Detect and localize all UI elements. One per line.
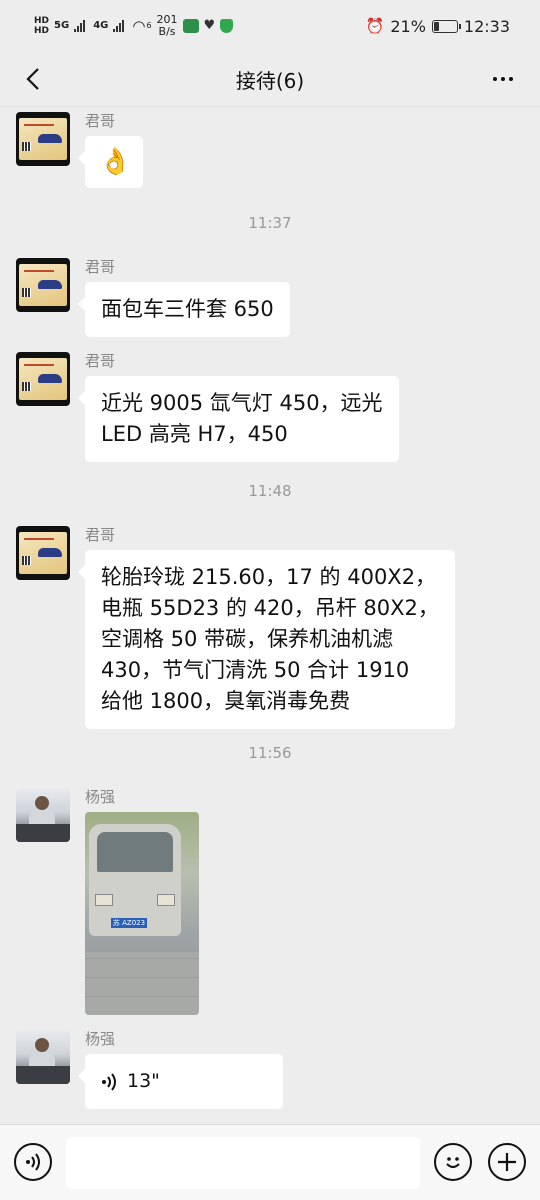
avatar[interactable] [16,526,70,580]
avatar[interactable] [16,112,70,166]
voice-input-button[interactable] [14,1143,52,1181]
wifi-sub-label: 6 [146,21,152,30]
message-text: 面包车三件套 650 [101,297,274,321]
app-notification-icon [182,19,199,33]
timestamp: 11:56 [248,744,292,762]
more-options-button[interactable] [488,64,518,94]
signal-icon [74,20,88,32]
van-picture: 苏 AZ023 [89,824,181,936]
voice-duration: 13" [127,1070,160,1092]
network-4g-label: 4G [93,20,109,31]
clock: 12:33 [463,16,510,36]
license-plate: 苏 AZ023 [111,918,147,928]
message-item: 君哥 👌 [16,112,143,188]
message-item: 杨强 13" [16,1030,283,1109]
emoji-button[interactable] [434,1143,472,1181]
voice-icon [26,1153,40,1171]
message-bubble[interactable]: 轮胎玲珑 215.60，17 的 400X2， 电瓶 55D23 的 420，吊… [78,550,455,729]
network-5g-label: 5G [54,20,70,31]
shield-icon [220,19,234,33]
message-text: 430，节气门清洗 50 合计 1910 [101,658,410,682]
avatar[interactable] [16,1030,70,1084]
back-button[interactable] [18,64,48,94]
signal-icon [113,20,127,32]
sim1-indicator: HD HD [34,16,49,36]
message-text: 轮胎玲珑 215.60，17 的 400X2， [101,565,437,589]
ok-hand-emoji: 👌 [99,147,132,177]
timestamp: 11:37 [248,214,292,232]
avatar[interactable] [16,788,70,842]
sender-name: 君哥 [85,112,116,130]
battery-icon [431,19,461,33]
message-bubble[interactable]: 👌 [78,136,143,188]
sender-name: 君哥 [85,526,116,544]
more-functions-button[interactable] [488,1143,526,1181]
message-input[interactable] [66,1137,420,1189]
hd-label: HD [34,26,50,36]
chat-header: 接待(6) [0,52,540,107]
wifi-icon: ◠ [132,17,146,35]
battery-percent: 21% [390,16,426,36]
message-item: 杨强 苏 AZ023 [16,788,199,1015]
status-left: HD HD 5G 4G ◠ 6 201 B/s ♥ [34,14,234,38]
net-speed: 201 B/s [157,14,178,38]
sender-name: 杨强 [85,1030,116,1048]
sender-name: 君哥 [85,258,116,276]
input-bar [0,1124,540,1200]
plus-icon [498,1153,516,1171]
alarm-icon: ⏰ [365,17,385,35]
hd-label: HD [34,16,50,26]
message-text: 空调格 50 带碳，保养机油机滤 [101,627,394,651]
smiley-icon [446,1157,460,1168]
message-text: LED 高亮 H7，450 [101,422,288,446]
message-item: 君哥 近光 9005 氙气灯 450，远光 LED 高亮 H7，450 [16,352,399,462]
message-bubble[interactable]: 近光 9005 氙气灯 450，远光 LED 高亮 H7，450 [78,376,399,462]
sender-name: 君哥 [85,352,116,370]
message-item: 君哥 面包车三件套 650 [16,258,290,337]
avatar[interactable] [16,258,70,312]
message-bubble[interactable]: 面包车三件套 650 [78,282,290,337]
status-right: ⏰ 21% 12:33 [366,17,510,36]
message-text: 电瓶 55D23 的 420，吊杆 80X2， [101,596,439,620]
heart-icon: ♥ [203,18,216,33]
message-item: 君哥 轮胎玲珑 215.60，17 的 400X2， 电瓶 55D23 的 42… [16,526,455,729]
status-bar: HD HD 5G 4G ◠ 6 201 B/s ♥ ⏰ 21% 12:33 [0,0,540,52]
sender-name: 杨强 [85,788,116,806]
image-message[interactable]: 苏 AZ023 [85,812,199,1015]
chevron-left-icon [26,68,39,90]
message-text: 给他 1800，臭氧消毒免费 [101,689,351,713]
speed-unit: B/s [158,25,176,38]
voice-wave-icon [102,1072,116,1091]
timestamp: 11:48 [248,482,292,500]
voice-message[interactable]: 13" [78,1054,283,1109]
message-text: 近光 9005 氙气灯 450，远光 [101,391,383,415]
chat-title: 接待(6) [235,68,305,93]
avatar[interactable] [16,352,70,406]
